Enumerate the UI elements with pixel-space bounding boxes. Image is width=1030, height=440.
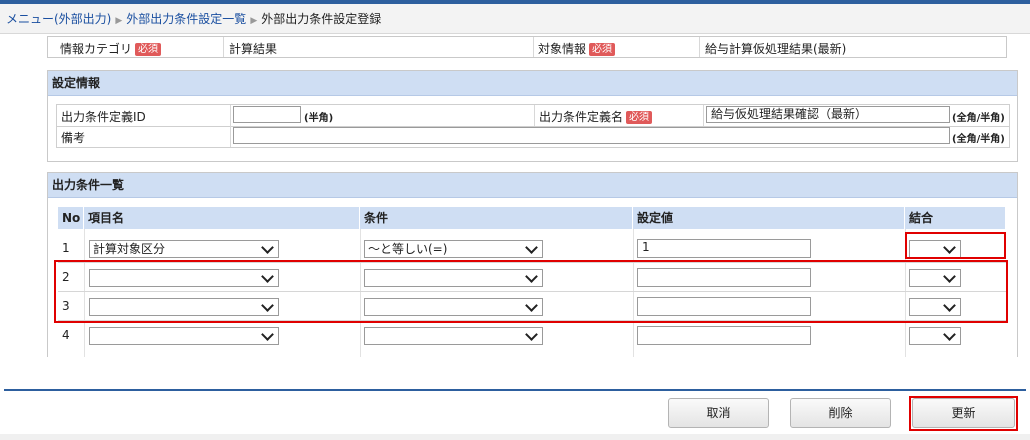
target-value: 給与計算仮処理結果(最新) (705, 42, 847, 56)
chevron-down-icon (261, 270, 274, 283)
chevron-down-icon (525, 241, 538, 254)
breadcrumb-bar: メニュー(外部出力) ▶ 外部出力条件設定一覧 ▶ 外部出力条件設定登録 (0, 0, 1030, 34)
chevron-right-icon: ▶ (115, 16, 123, 26)
breadcrumb: メニュー(外部出力) ▶ 外部出力条件設定一覧 ▶ 外部出力条件設定登録 (6, 10, 381, 27)
breadcrumb-current: 外部出力条件設定登録 (261, 12, 382, 26)
definition-id-label: 出力条件定義ID (61, 110, 146, 124)
table-row: 3 (58, 292, 1006, 321)
breadcrumb-menu-link[interactable]: メニュー(外部出力) (6, 12, 111, 26)
remarks-input[interactable] (233, 127, 950, 144)
value-input[interactable]: 1 (637, 239, 811, 258)
chevron-down-icon (525, 299, 538, 312)
join-select[interactable] (909, 298, 961, 316)
category-value: 計算結果 (229, 42, 278, 56)
row-number: 2 (62, 270, 70, 284)
conditions-title: 出力条件一覧 (48, 173, 1017, 198)
definition-row: 出力条件定義ID (半角) 出力条件定義名 必須 給与仮処理結果確認（最新） (全… (56, 104, 1010, 127)
chevron-down-icon (261, 241, 274, 254)
bottom-strip (0, 434, 1030, 440)
item-select[interactable] (89, 269, 279, 287)
col-item: 項目名 (84, 207, 360, 229)
remarks-label: 備考 (61, 131, 86, 145)
value-input[interactable] (637, 268, 811, 287)
item-select[interactable] (89, 327, 279, 345)
row-number: 3 (62, 299, 70, 313)
chevron-right-icon: ▶ (250, 16, 258, 26)
col-join: 結合 (905, 207, 1006, 229)
required-badge: 必須 (626, 111, 653, 124)
row-number: 4 (62, 328, 70, 342)
definition-id-input[interactable] (233, 106, 301, 123)
condition-select[interactable] (364, 298, 543, 316)
col-value: 設定値 (633, 207, 905, 229)
condition-select[interactable] (364, 269, 543, 287)
target-label: 対象情報 必須 (538, 40, 616, 57)
header-info-row: 情報カテゴリ 必須 計算結果 対象情報 必須 給与計算仮処理結果(最新) (47, 36, 1007, 58)
settings-title: 設定情報 (48, 71, 1017, 96)
condition-select[interactable] (364, 327, 543, 345)
chevron-down-icon (943, 270, 956, 283)
fullwidth-note: (全角/半角) (952, 134, 1005, 145)
chevron-down-icon (261, 299, 274, 312)
join-select[interactable] (909, 327, 961, 345)
chevron-down-icon (943, 328, 956, 341)
required-badge: 必須 (589, 43, 616, 56)
table-row: 4 (58, 321, 1006, 350)
delete-button[interactable]: 削除 (790, 398, 891, 428)
join-select[interactable] (909, 240, 961, 258)
chevron-down-icon (525, 328, 538, 341)
required-badge: 必須 (135, 43, 162, 56)
item-select[interactable]: 計算対象区分 (89, 240, 279, 258)
join-select[interactable] (909, 269, 961, 287)
cancel-button[interactable]: 取消 (668, 398, 769, 428)
chevron-down-icon (943, 299, 956, 312)
chevron-down-icon (943, 241, 956, 254)
definition-name-input[interactable]: 給与仮処理結果確認（最新） (706, 106, 950, 123)
value-input[interactable] (637, 297, 811, 316)
fullwidth-note: (全角/半角) (952, 113, 1005, 124)
footer-divider (4, 389, 1026, 391)
chevron-down-icon (261, 328, 274, 341)
update-button[interactable]: 更新 (912, 398, 1015, 428)
remarks-row: 備考 (全角/半角) (56, 126, 1010, 148)
settings-panel: 設定情報 出力条件定義ID (半角) 出力条件定義名 必須 給与仮処理結果確認（最… (47, 70, 1018, 162)
col-no: No (58, 207, 84, 229)
condition-select[interactable]: ～と等しい(=) (364, 240, 543, 258)
row-number: 1 (62, 241, 70, 255)
col-condition: 条件 (360, 207, 633, 229)
chevron-down-icon (525, 270, 538, 283)
table-row: 1 計算対象区分 ～と等しい(=) 1 (58, 234, 1006, 263)
top-accent-bar (0, 0, 1030, 4)
halfwidth-note: (半角) (304, 113, 334, 124)
value-input[interactable] (637, 326, 811, 345)
definition-name-label: 出力条件定義名 必須 (539, 108, 653, 125)
category-label: 情報カテゴリ 必須 (60, 40, 162, 57)
item-select[interactable] (89, 298, 279, 316)
breadcrumb-list-link[interactable]: 外部出力条件設定一覧 (126, 12, 246, 26)
table-row: 2 (58, 263, 1006, 292)
